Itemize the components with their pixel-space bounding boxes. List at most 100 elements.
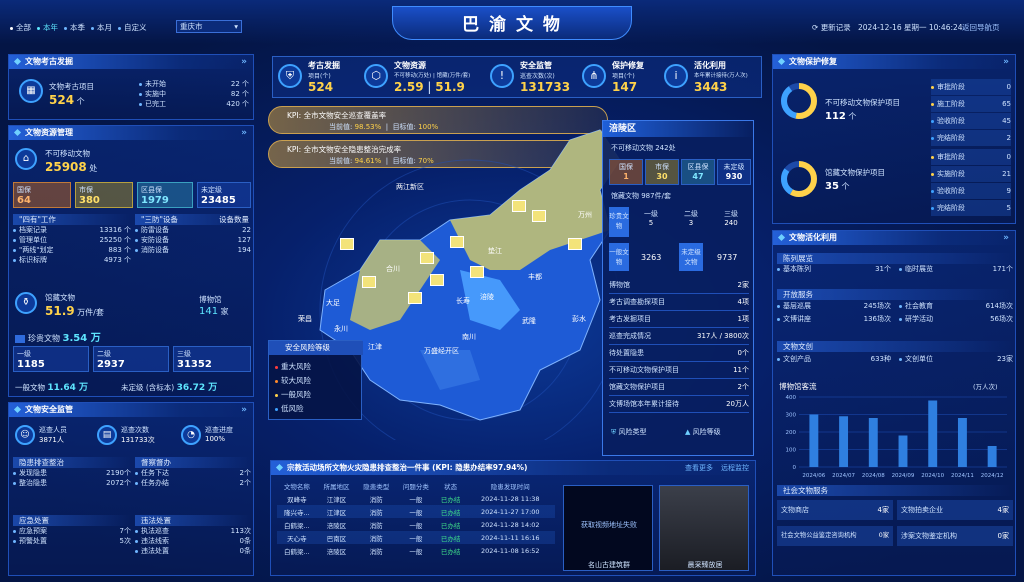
- p2-stages: 审批阶段 0 实施阶段 21 验收阶段 9 完结阶段 5: [931, 149, 1011, 216]
- dashboard-root: 巴 渝 文 物 全部 本年 本季 本月 自定义 重庆市 ▾ ⟳ 更新记录 2024…: [0, 0, 1024, 582]
- social-section: 社会文物服务 文物商店 4家 文物拍卖企业 4家 社会文物公益鉴定咨询机构 0家 涉案…: [777, 485, 1013, 546]
- resource-panel: 文物资源管理» ⌂ 不可移动文物 25908 处 国保 64 市保 380 区县保 1…: [8, 125, 254, 397]
- list-item: 发现隐患 2190个: [13, 468, 131, 478]
- archaeology-panel: 文物考古发掘» ▦ 文物考古项目 524 个 未开始 22 个 实施中 82 个 已…: [8, 54, 254, 120]
- hazard-table: 文物名称 所属地区 隐患类型 问题分类 状态 隐患发现时间 双峰寺 江津区 消防 一般 已办结 20…: [277, 479, 555, 557]
- four-have-title: "四有"工作: [13, 214, 131, 225]
- bar[interactable]: [839, 416, 849, 467]
- bar[interactable]: [928, 400, 938, 468]
- list-item: 违法线索 0条: [135, 536, 251, 546]
- social-title: 社会文物服务: [777, 485, 1013, 496]
- region-value: 重庆市: [180, 22, 203, 31]
- expand-icon[interactable]: »: [241, 55, 247, 69]
- archaeology-value: 524 个: [49, 93, 85, 107]
- x-tick-label: 2024/07: [832, 473, 855, 479]
- kpi-title: 活化利用: [694, 61, 726, 70]
- law-title: 违法处置: [135, 515, 251, 526]
- table-row[interactable]: 白鹤梁... 涪陵区 消防 一般 已办结 2024-11-28 14:02: [277, 518, 555, 531]
- bar[interactable]: [809, 414, 819, 468]
- filter-all[interactable]: 全部: [10, 22, 31, 33]
- video-2[interactable]: 晨采臻放居: [659, 485, 749, 571]
- map-marker[interactable]: [568, 238, 582, 250]
- three-defense-title: "三防"设备 设备数量: [135, 214, 251, 225]
- filter-custom[interactable]: 自定义: [118, 22, 147, 33]
- x-tick-label: 2024/09: [892, 473, 915, 479]
- district-rows: 博物馆 2家 考古调查勘探项目 4项 考古发掘项目 1项 巡查完成情况 317人 / 3…: [609, 277, 749, 413]
- archaeology-icon: ▦: [19, 79, 43, 103]
- risk-type[interactable]: ⛨ 风险类型: [611, 427, 646, 437]
- kpi-repair[interactable]: ⋔ 保护修复 项目(个) 147: [582, 58, 666, 96]
- map-label: 垫江: [488, 247, 502, 255]
- kpi-title: 保护修复: [612, 61, 644, 70]
- list-item: 馆藏文物保护项目 2个: [609, 379, 749, 396]
- map-marker[interactable]: [408, 292, 422, 304]
- map-marker[interactable]: [450, 236, 464, 248]
- creative-title: 文物文创: [777, 341, 1013, 352]
- bar[interactable]: [987, 446, 997, 467]
- view-more-link[interactable]: 查看更多: [685, 463, 713, 473]
- expand-icon[interactable]: »: [1003, 231, 1009, 245]
- back-nav-link[interactable]: 返回导航页: [962, 22, 1000, 33]
- list-item: 任务下达 2个: [135, 468, 251, 478]
- map-marker[interactable]: [430, 274, 444, 286]
- region-select[interactable]: 重庆市 ▾: [176, 20, 242, 33]
- open-title: 开放服务: [777, 289, 1013, 300]
- kpi-safety[interactable]: ! 安全监管 巡查次数(次) 131733: [490, 58, 580, 96]
- kpi-archaeology[interactable]: ⛨ 考古发掘 项目(个) 524: [278, 58, 368, 96]
- x-tick-label: 2024/12: [981, 473, 1004, 479]
- p1-label: 不可移动文物保护项目: [825, 98, 900, 107]
- bar[interactable]: [898, 435, 908, 468]
- creative-section: 文物文创 文创产品 633种 文创单位 23家: [777, 341, 1013, 366]
- risk-level[interactable]: ▲ 风险等级: [685, 427, 721, 437]
- d-level-2: 二级 3: [684, 210, 698, 227]
- legend-item[interactable]: 低风险: [275, 403, 304, 414]
- list-item: 验收阶段 45: [931, 113, 1011, 129]
- list-item: 基层巡展 245场次: [777, 300, 891, 313]
- video-1[interactable]: 获取视频地址失败 名山古建筑群: [563, 485, 653, 571]
- expand-icon[interactable]: »: [241, 126, 247, 140]
- filter-year[interactable]: 本年: [37, 22, 58, 33]
- list-item: 施工阶段 65: [931, 96, 1011, 112]
- remote-monitor-link[interactable]: 远程监控: [721, 463, 749, 473]
- filter-quarter[interactable]: 本季: [64, 22, 85, 33]
- ungraded-row: 未定级 (含标本) 36.72 万: [121, 383, 218, 393]
- kpi-resource[interactable]: ⬡ 文物资源 不可移动(万处) | 馆藏(万件/套) 2.59 | 51.9: [364, 58, 484, 96]
- table-row[interactable]: 隆兴寺... 江津区 消防 一般 已办结 2024-11-27 17:00: [277, 505, 555, 518]
- expand-icon[interactable]: »: [241, 403, 247, 417]
- p2-value: 35 个: [825, 181, 850, 192]
- map-marker[interactable]: [512, 200, 526, 212]
- supervise-title: 督察督办: [135, 457, 251, 468]
- expand-icon[interactable]: »: [1003, 55, 1009, 69]
- map-label: 彭水: [572, 315, 586, 323]
- protect-panel: 文物保护修复» 不可移动文物保护项目 112 个 审批阶段 0 施工阶段 65 验收…: [772, 54, 1016, 224]
- list-item: 审批阶段 0: [931, 149, 1011, 165]
- list-item: 档案记录 13316 个: [13, 225, 131, 235]
- filter-month[interactable]: 本月: [91, 22, 112, 33]
- bar[interactable]: [868, 418, 878, 467]
- list-item: 基本陈列 31个: [777, 264, 891, 274]
- x-tick-label: 2024/08: [862, 473, 885, 479]
- map-label: 两江新区: [396, 183, 424, 191]
- legend-item[interactable]: 重大风险: [275, 361, 311, 372]
- table-row[interactable]: 天心寺 巴南区 消防 一般 已办结 2024-11-11 16:16: [277, 531, 555, 544]
- donut-immovable: [781, 83, 817, 119]
- bar[interactable]: [957, 418, 967, 467]
- map-marker[interactable]: [420, 252, 434, 264]
- map-label: 南川: [462, 333, 476, 341]
- info-shield-icon: i: [664, 64, 688, 88]
- change-log-link[interactable]: ⟳ 更新记录: [812, 22, 851, 33]
- legend-item[interactable]: 一般风险: [275, 389, 311, 400]
- kpi-activate[interactable]: i 活化利用 本年累计接待(万人次) 3443: [664, 58, 760, 96]
- list-item: 完结阶段 5: [931, 200, 1011, 216]
- y-tick-label: 0: [793, 465, 797, 471]
- legend-item[interactable]: 较大风险: [275, 375, 311, 386]
- map-marker[interactable]: [470, 266, 484, 278]
- map-marker[interactable]: [532, 210, 546, 222]
- map-marker[interactable]: [340, 238, 354, 250]
- archaeology-title: 文物考古发掘»: [9, 55, 253, 69]
- grade-district: 区县保 1979: [137, 182, 193, 208]
- table-row[interactable]: 白鹤梁... 涪陵区 消防 一般 已办结 2024-11-08 16:52: [277, 544, 555, 557]
- immovable-label: 不可移动文物: [45, 149, 90, 158]
- table-row[interactable]: 双峰寺 江津区 消防 一般 已办结 2024-11-28 11:38: [277, 492, 555, 505]
- map-marker[interactable]: [362, 276, 376, 288]
